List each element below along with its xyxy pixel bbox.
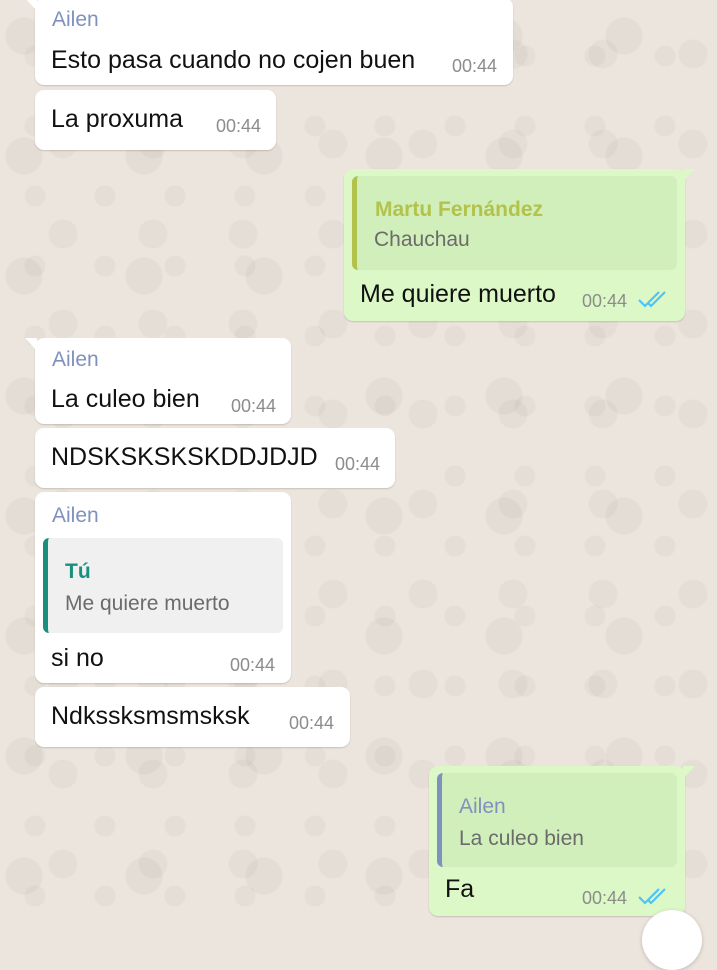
read-double-check-icon — [638, 888, 666, 905]
message-text: Ndkssksmsmsksk — [51, 702, 250, 730]
message-bubble-outgoing[interactable]: Martu Fernández Chauchau Me quiere muert… — [344, 169, 695, 321]
quoted-text: Chauchau — [374, 228, 470, 251]
message-time: 00:44 — [231, 396, 277, 416]
message-bubble-incoming[interactable]: Ailen Esto pasa cuando no cojen buen 00:… — [25, 0, 513, 85]
message-text: NDSKSKSKSKDDJDJD — [51, 443, 318, 471]
read-double-check-icon — [638, 291, 666, 308]
message-time: 00:44 — [230, 655, 276, 675]
quoted-message[interactable]: Ailen La culeo bien — [437, 773, 677, 867]
quoted-message[interactable]: Tú Me quiere muerto — [43, 538, 283, 633]
quoted-author: Tú — [65, 560, 91, 583]
message-text: La culeo bien — [51, 385, 200, 413]
message-bubble-incoming[interactable]: Ndkssksmsmsksk 00:44 — [35, 687, 350, 747]
message-time: 00:44 — [452, 56, 498, 76]
message-time: 00:44 — [289, 713, 335, 733]
message-time: 00:44 — [216, 116, 262, 136]
quoted-text: Me quiere muerto — [65, 592, 230, 615]
message-time: 00:44 — [582, 291, 628, 311]
quoted-author: Ailen — [459, 795, 506, 818]
message-bubble-incoming[interactable]: NDSKSKSKSKDDJDJD 00:44 — [35, 428, 395, 488]
sender-name[interactable]: Ailen — [52, 504, 99, 528]
message-time: 00:44 — [335, 454, 381, 474]
quoted-text: La culeo bien — [459, 827, 584, 850]
quoted-author: Martu Fernández — [375, 198, 544, 221]
message-bubble-incoming[interactable]: Ailen La culeo bien 00:44 — [25, 338, 291, 424]
message-bubble-incoming[interactable]: La proxuma 00:44 — [35, 90, 276, 150]
message-bubble-outgoing[interactable]: Ailen La culeo bien Fa 00:44 — [429, 766, 695, 916]
quoted-message[interactable]: Martu Fernández Chauchau — [352, 176, 677, 270]
message-text: Fa — [445, 875, 475, 903]
message-bubble-incoming[interactable]: Ailen Tú Me quiere muerto si no 00:44 — [35, 492, 291, 683]
sender-name[interactable]: Ailen — [52, 8, 99, 32]
sender-name[interactable]: Ailen — [52, 348, 99, 372]
message-text: Esto pasa cuando no cojen buen — [51, 46, 416, 74]
message-text: si no — [51, 644, 104, 672]
message-text: Me quiere muerto — [360, 280, 556, 308]
message-time: 00:44 — [582, 888, 628, 908]
scroll-down-button[interactable] — [642, 910, 702, 970]
message-text: La proxuma — [51, 105, 184, 133]
